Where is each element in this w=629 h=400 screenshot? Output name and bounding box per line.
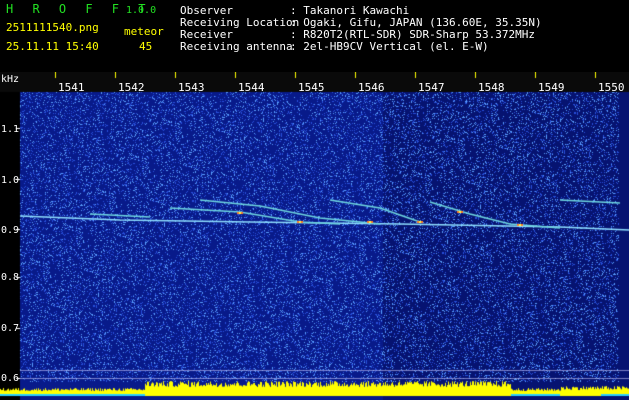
x-tick-label: 1541 (58, 81, 85, 94)
x-tick-label: 1546 (358, 81, 385, 94)
x-tick-label: 1547 (418, 81, 445, 94)
meteor-label: meteor (124, 25, 164, 38)
info-value-antenna: : 2el-HB9CV Vertical (el. E-W) (290, 40, 489, 53)
x-tick-label: 1545 (298, 81, 325, 94)
y-unit-label: kHz (1, 74, 20, 85)
x-tick-label: 1548 (478, 81, 505, 94)
y-tick-label: 0.9 (1, 225, 20, 236)
x-tick-label: 1549 (538, 81, 565, 94)
spectrogram-canvas[interactable] (0, 72, 629, 400)
file-name: 2511111540.png (6, 21, 99, 34)
y-tick-label: 0.7 (1, 323, 20, 334)
file-datetime: 25.11.11 15:40 (6, 40, 99, 53)
meteor-count: 45 (139, 40, 153, 53)
x-tick-label: 1544 (238, 81, 265, 94)
x-tick-label: 1542 (118, 81, 145, 94)
x-tick-label: 1543 (178, 81, 205, 94)
y-tick-label: 0.8 (1, 272, 20, 283)
x-axis-ruler: 1541 1542 1543 1544 1545 1546 1547 1548 … (0, 72, 629, 94)
app-version: 1.0.0 (126, 5, 157, 16)
y-tick-label: 1.0 (1, 175, 20, 186)
y-tick-label: 1.1 (1, 124, 20, 135)
y-tick-label: 0.6 (1, 373, 20, 384)
info-key-antenna: Receiving antenna (180, 40, 293, 53)
x-tick-label: 1550 (598, 81, 625, 94)
header-panel: H R O F F T 1.0.0 2511111540.png 25.11.1… (0, 0, 629, 72)
